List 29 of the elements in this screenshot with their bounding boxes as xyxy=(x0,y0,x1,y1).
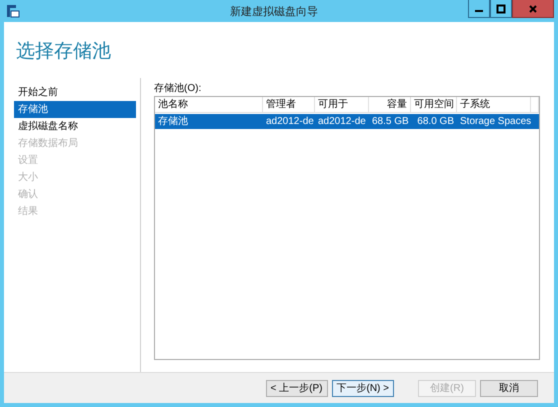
table-cell-text: ad2012-de xyxy=(317,115,367,129)
window-title: 新建虚拟磁盘向导 xyxy=(229,4,319,18)
maximize-button[interactable] xyxy=(490,0,512,18)
list-label: 存储池(O): xyxy=(154,82,202,96)
minimize-icon xyxy=(475,10,483,12)
wizard-button[interactable]: < 上一步(P) xyxy=(266,380,328,396)
nav-step[interactable]: 虚拟磁盘名称 xyxy=(14,118,136,135)
close-button[interactable] xyxy=(512,0,554,18)
column-header[interactable]: 可用于 xyxy=(315,97,369,113)
column-header[interactable]: 管理者 xyxy=(263,97,315,113)
nav-step[interactable]: 开始之前 xyxy=(14,84,136,101)
close-icon xyxy=(528,4,538,14)
page-heading: 选择存储池 xyxy=(15,40,112,64)
wizard-button[interactable]: 取消 xyxy=(480,380,538,396)
table-cell-text: 存储池 xyxy=(157,114,189,129)
minimize-button[interactable] xyxy=(468,0,490,18)
column-header[interactable]: 子系统 xyxy=(457,97,531,113)
table-cell-text: ad2012-de xyxy=(265,115,315,129)
disk-icon xyxy=(6,4,20,18)
wizard-button[interactable]: 下一步(N) > xyxy=(332,380,394,396)
column-header[interactable]: 池名称 xyxy=(155,97,263,113)
nav-step[interactable]: 存储池 xyxy=(14,101,136,118)
table-cell-text: 68.0 GB xyxy=(416,115,455,129)
maximize-icon xyxy=(496,4,506,14)
table-row[interactable]: 存储池 ad2012-de ad2012-de 68.5 GB 68.0 GB Storage Spaces xyxy=(155,114,539,129)
column-header[interactable]: 容量 xyxy=(369,97,411,113)
table-cell-text: Storage Spaces xyxy=(459,115,531,129)
table-cell-text: 68.5 GB xyxy=(371,115,410,129)
column-header[interactable]: 可用空间 xyxy=(411,97,457,113)
